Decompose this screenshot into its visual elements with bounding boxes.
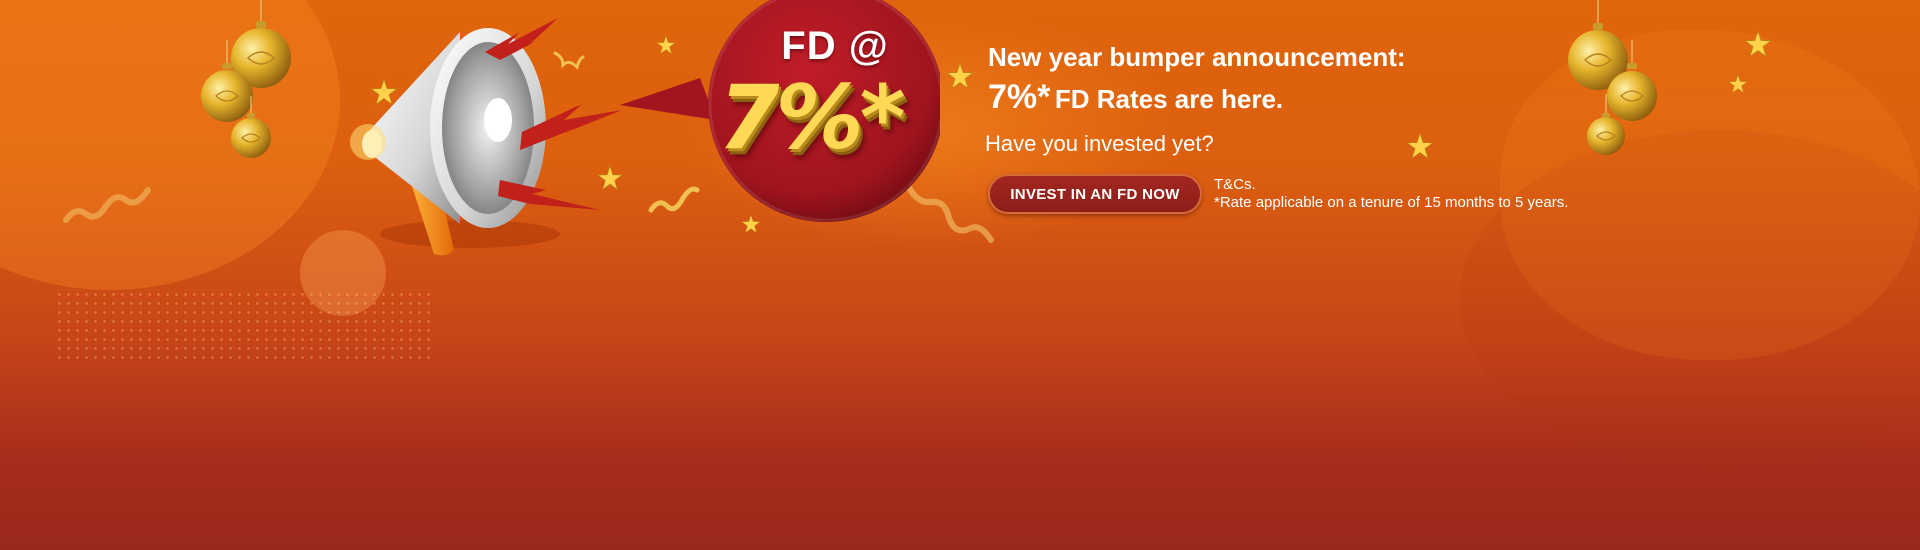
tnc-text: *Rate applicable on a tenure of 15 month…	[1214, 194, 1569, 211]
invest-fd-button[interactable]: INVEST IN AN FD NOW	[988, 174, 1202, 214]
tnc-title: T&Cs.	[1214, 176, 1256, 193]
rate-value: 7%*	[988, 78, 1051, 116]
headline: New year bumper announcement:	[988, 42, 1406, 72]
rate-line: 7%* FD Rates are here.	[988, 78, 1283, 117]
terms-and-conditions: T&Cs. *Rate applicable on a tenure of 15…	[1214, 176, 1568, 212]
dot-pattern	[55, 290, 430, 360]
star-icon	[1406, 132, 1434, 160]
subheadline: Have you invested yet?	[985, 131, 1214, 156]
star-icon	[946, 62, 974, 90]
gold-ornament-icon	[231, 96, 271, 158]
badge-title: FD @	[781, 24, 889, 68]
confetti-icon	[63, 187, 151, 223]
promo-banner[interactable]: FD @ 7%* New year bumper announcement: 7…	[0, 0, 1920, 550]
gold-ornament-icon	[1587, 94, 1625, 155]
star-icon	[1744, 30, 1772, 58]
rate-text: FD Rates are here.	[1054, 84, 1284, 114]
megaphone-icon	[350, 18, 622, 256]
badge-rate: 7%*	[718, 66, 905, 169]
star-icon	[1728, 74, 1748, 94]
